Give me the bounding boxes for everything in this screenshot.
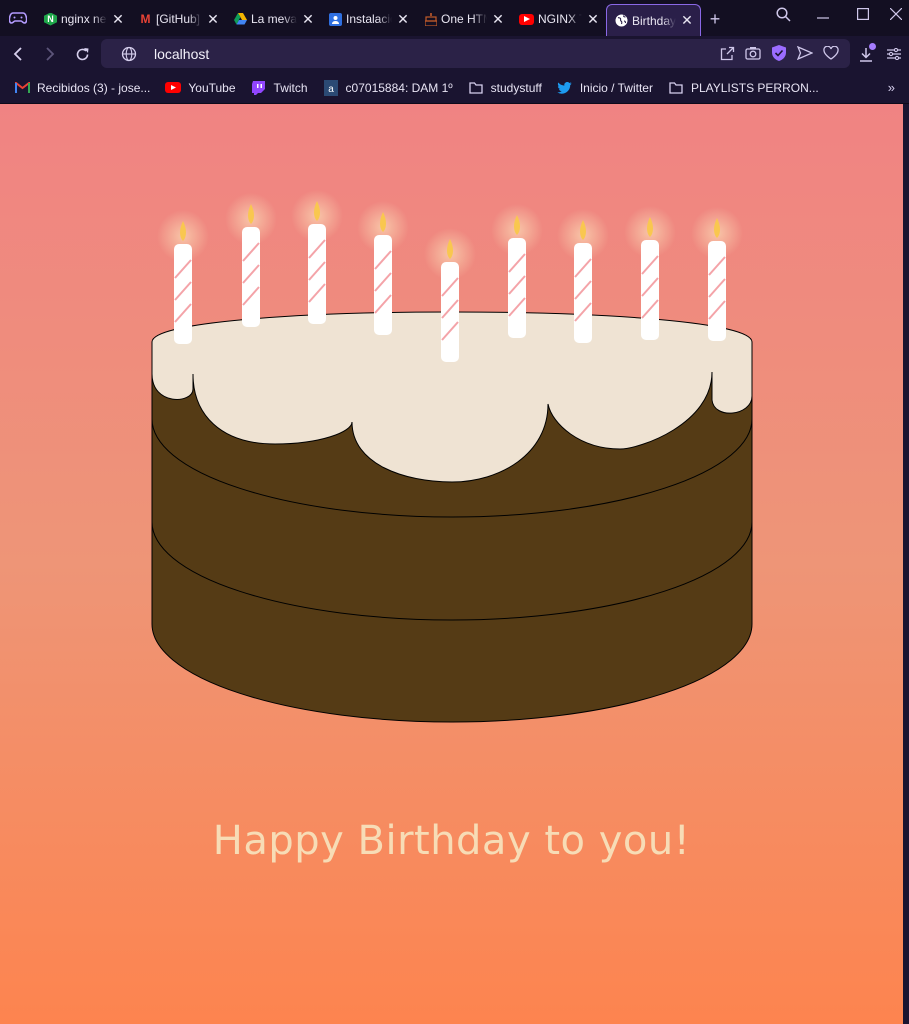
- candle: [225, 193, 277, 327]
- contacts-icon: [329, 12, 342, 26]
- youtube-icon: [519, 13, 534, 25]
- tab-title: [GitHub] A third-party: [156, 12, 202, 26]
- bookmark-gmail[interactable]: Recibidos (3) - jose...: [14, 81, 150, 95]
- bookmarks-bar: Recibidos (3) - jose... YouTube Twitch a…: [0, 72, 909, 104]
- tab-instalacion[interactable]: Instalación ✕: [321, 4, 416, 34]
- twitter-icon: [557, 81, 573, 95]
- google-drive-icon: [234, 13, 247, 26]
- bookmark-label: Recibidos (3) - jose...: [37, 80, 151, 95]
- bookmark-label: Twitch: [273, 80, 308, 95]
- gx-controller-icon[interactable]: [0, 0, 36, 36]
- reload-icon[interactable]: [66, 38, 98, 70]
- bookmark-twitter[interactable]: Inicio / Twitter: [557, 81, 653, 95]
- page-viewport: Happy Birthday to you!: [0, 104, 903, 1024]
- close-icon[interactable]: ✕: [301, 11, 315, 27]
- downloads-icon[interactable]: [853, 38, 879, 70]
- heart-icon[interactable]: [822, 44, 840, 62]
- tab-github[interactable]: M [GitHub] A third-party ✕: [131, 4, 226, 34]
- candle: [157, 210, 209, 344]
- gmail-icon: M: [140, 12, 151, 26]
- close-window-icon[interactable]: [883, 0, 909, 28]
- page-scrollbar[interactable]: [903, 104, 909, 1024]
- back-icon[interactable]: [2, 38, 34, 70]
- bookmark-moodle[interactable]: a c07015884: DAM 1º: [323, 79, 453, 96]
- window-controls: [763, 0, 909, 28]
- share-icon[interactable]: [718, 44, 736, 62]
- tab-birthday[interactable]: Birthday ✕: [606, 4, 701, 36]
- folder-icon: [468, 81, 484, 95]
- tab-nginx[interactable]: N nginx news ✕: [36, 4, 131, 34]
- notification-dot: [869, 43, 876, 50]
- bookmark-label: YouTube: [188, 80, 236, 95]
- twitch-icon: [251, 80, 267, 95]
- vpn-shield-icon[interactable]: [770, 44, 788, 62]
- tab-title: La meva unitat: [251, 12, 297, 26]
- maximize-icon[interactable]: [843, 0, 883, 28]
- birthday-greeting: Happy Birthday to you!: [212, 818, 691, 864]
- bookmark-label: studystuff: [490, 80, 542, 95]
- close-icon[interactable]: ✕: [111, 11, 125, 27]
- candle: [691, 207, 743, 341]
- chevron-double-right-icon[interactable]: »: [888, 80, 895, 95]
- bookmark-label: Inicio / Twitter: [579, 80, 653, 95]
- birthday-cake: [151, 190, 753, 723]
- bookmark-youtube[interactable]: YouTube: [165, 80, 236, 95]
- close-icon[interactable]: ✕: [396, 11, 410, 27]
- tab-nginx-tutorial[interactable]: NGINX Tutorial ✕: [511, 4, 606, 34]
- close-icon[interactable]: ✕: [491, 11, 505, 27]
- tab-title: NGINX Tutorial: [538, 12, 582, 26]
- tab-title: One HTML Page: [441, 12, 487, 26]
- svg-text:a: a: [328, 84, 334, 95]
- search-icon[interactable]: [763, 0, 803, 28]
- tab-title: Birthday: [632, 13, 676, 28]
- gmail-icon: [14, 81, 30, 95]
- minimize-icon[interactable]: [803, 0, 843, 28]
- tab-drive[interactable]: La meva unitat ✕: [226, 4, 321, 34]
- candle: [291, 190, 343, 324]
- cake-icon: [424, 12, 437, 26]
- tab-title: Instalación: [346, 12, 392, 26]
- close-icon[interactable]: ✕: [680, 12, 694, 28]
- tab-strip: N nginx news ✕ M [GitHub] A third-party …: [0, 0, 909, 36]
- url-text[interactable]: localhost: [154, 46, 209, 62]
- address-bar[interactable]: localhost: [101, 39, 850, 68]
- globe-icon: [615, 14, 628, 27]
- easy-setup-icon[interactable]: [879, 38, 909, 70]
- site-info-icon[interactable]: [121, 46, 137, 62]
- bookmark-studystuff[interactable]: studystuff: [468, 81, 542, 95]
- moodle-icon: a: [323, 79, 339, 96]
- bookmark-playlists[interactable]: PLAYLISTS PERRON...: [668, 81, 819, 95]
- tab-title: nginx news: [61, 12, 107, 26]
- close-icon[interactable]: ✕: [586, 11, 600, 27]
- navigation-bar: localhost: [0, 36, 909, 72]
- tab-one-html[interactable]: One HTML Page ✕: [416, 4, 511, 34]
- camera-icon[interactable]: [744, 44, 762, 62]
- forward-icon[interactable]: [34, 38, 66, 70]
- folder-icon: [668, 81, 684, 95]
- bookmark-twitch[interactable]: Twitch: [251, 80, 308, 95]
- send-icon[interactable]: [796, 44, 814, 62]
- bookmark-label: PLAYLISTS PERRON...: [690, 80, 819, 95]
- close-icon[interactable]: ✕: [206, 11, 220, 27]
- nginx-icon: N: [44, 12, 57, 26]
- new-tab-button[interactable]: +: [701, 4, 729, 34]
- bookmark-label: c07015884: DAM 1º: [345, 80, 453, 95]
- youtube-icon: [165, 81, 182, 95]
